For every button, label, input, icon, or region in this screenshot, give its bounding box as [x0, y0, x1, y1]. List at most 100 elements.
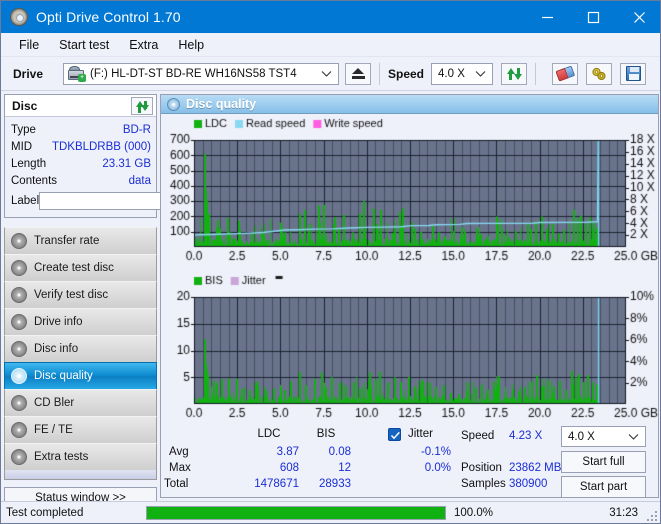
- refresh-icon: [506, 67, 522, 81]
- save-button[interactable]: [620, 62, 647, 85]
- eject-icon: [351, 68, 365, 79]
- sidebar-item-fe-te[interactable]: FE / TE: [4, 416, 157, 444]
- sidebar-item-label: Transfer rate: [34, 235, 100, 247]
- disc-refresh-button[interactable]: [131, 96, 153, 115]
- minimize-button[interactable]: [524, 1, 570, 33]
- sidebar-item-disc-quality[interactable]: Disc quality: [4, 362, 157, 390]
- speed-select-value: 4.0 X: [438, 67, 465, 80]
- panel-title: Disc quality: [186, 97, 257, 111]
- toolbar-separator-1: [379, 62, 380, 85]
- window-title: Opti Drive Control 1.70: [36, 9, 181, 25]
- toolbar-separator-2: [535, 62, 537, 85]
- disc-mid-label: MID: [11, 140, 33, 153]
- sidebar-item-verify-test-disc[interactable]: Verify test disc: [4, 281, 157, 309]
- sidebar-item-label: Disc info: [34, 343, 79, 355]
- disc-icon: [11, 449, 27, 465]
- disc-panel-body: Type BD-R MID TDKBLDRBB (000) Length 23.…: [5, 117, 243, 217]
- sidebar-item-transfer-rate[interactable]: Transfer rate: [4, 227, 157, 255]
- close-button[interactable]: [616, 1, 660, 33]
- disc-label-label: Label: [11, 195, 40, 207]
- optical-drive-icon: +: [68, 66, 86, 82]
- disc-quality-panel: Disc quality LDC BIS Jitter Avg 3.87 0.0…: [160, 94, 659, 498]
- progress-bar-fill: [147, 506, 445, 519]
- max-jitter-value: 0.0%: [424, 462, 451, 474]
- panel-header: Disc quality: [161, 95, 658, 114]
- ldc-chart-canvas[interactable]: [161, 114, 658, 269]
- disc-row-contents: Contents data: [11, 172, 151, 189]
- speed-label: Speed: [388, 66, 425, 81]
- ldc-chart: [161, 114, 658, 269]
- resize-grip[interactable]: [645, 509, 657, 521]
- progress-percent: 100.0%: [454, 506, 494, 519]
- elapsed-time: 31:23: [609, 506, 638, 519]
- avg-bis-value: 0.08: [328, 446, 351, 458]
- sidebar-item-label: CD Bler: [34, 397, 75, 409]
- disc-panel-header: Disc: [5, 95, 156, 117]
- sidebar-item-label: Extra tests: [34, 451, 89, 463]
- statistics-panel: LDC BIS Jitter Avg 3.87 0.08 -0.1% Max 6…: [161, 425, 658, 498]
- tools-button[interactable]: [586, 62, 613, 85]
- status-message: Test completed: [6, 506, 84, 519]
- menu-extra[interactable]: Extra: [119, 36, 168, 54]
- disc-length-label: Length: [11, 157, 47, 170]
- test-speed-select[interactable]: 4.0 X: [561, 426, 646, 447]
- disc-row-label: Label: [11, 190, 243, 212]
- total-bis-value: 28933: [319, 478, 351, 490]
- refresh-icon: [135, 100, 149, 113]
- start-full-button[interactable]: Start full: [561, 451, 646, 473]
- sidebar-item-extra-tests[interactable]: Extra tests: [4, 443, 157, 471]
- disc-icon: [11, 233, 27, 249]
- disc-icon: [11, 314, 27, 330]
- speed-select[interactable]: 4.0 X: [431, 62, 494, 85]
- sidebar-item-drive-info[interactable]: Drive info: [4, 308, 157, 336]
- maximize-button[interactable]: [570, 1, 616, 33]
- chevron-down-icon: [321, 70, 332, 77]
- sidebar-item-label: FE / TE: [34, 424, 73, 436]
- speed-result-value: 4.23 X: [509, 430, 543, 442]
- disc-row-mid: MID TDKBLDRBB (000): [11, 138, 151, 155]
- sidebar-item-label: Verify test disc: [34, 289, 109, 301]
- col-header-bis: BIS: [316, 428, 336, 440]
- disc-row-length: Length 23.31 GB: [11, 155, 151, 172]
- disc-contents-value: data: [128, 174, 151, 187]
- col-header-ldc: LDC: [257, 428, 281, 440]
- disc-contents-label: Contents: [11, 174, 58, 187]
- avg-ldc-value: 3.87: [276, 446, 299, 458]
- jitter-label: Jitter: [408, 428, 433, 440]
- drive-label: Drive: [13, 66, 44, 81]
- disc-icon: [11, 260, 27, 276]
- sidebar-item-label: Disc quality: [34, 370, 93, 382]
- refresh-button[interactable]: [501, 62, 528, 85]
- eraser-icon: [554, 64, 575, 82]
- chevron-down-icon: [628, 433, 639, 440]
- save-icon: [625, 66, 641, 81]
- sidebar-item-disc-info[interactable]: Disc info: [4, 335, 157, 363]
- row-label-avg: Avg: [169, 446, 189, 458]
- menu-file[interactable]: File: [9, 36, 49, 54]
- gear-icon: [592, 67, 606, 80]
- disc-quality-icon: [167, 97, 180, 111]
- eject-button[interactable]: [345, 62, 371, 85]
- start-part-button[interactable]: Start part: [561, 476, 646, 498]
- row-label-total: Total: [164, 478, 189, 490]
- menu-help[interactable]: Help: [168, 36, 214, 54]
- test-nav-list: Transfer rate Create test disc Verify te…: [4, 227, 157, 480]
- menu-start-test[interactable]: Start test: [49, 36, 119, 54]
- speed-result-label: Speed: [461, 430, 495, 442]
- sidebar-item-create-test-disc[interactable]: Create test disc: [4, 254, 157, 282]
- disc-length-value: 23.31 GB: [102, 157, 151, 170]
- drive-toolbar: Drive + (F:) HL-DT-ST BD-RE WH16NS58 TST…: [1, 57, 660, 91]
- disc-icon: [11, 341, 27, 357]
- disc-panel-title: Disc: [12, 98, 38, 113]
- sidebar-item-label: Create test disc: [34, 262, 114, 274]
- bis-chart-canvas[interactable]: [161, 269, 658, 426]
- max-bis-value: 12: [338, 462, 351, 474]
- samples-label: Samples: [461, 478, 506, 490]
- erase-button[interactable]: [552, 62, 579, 85]
- jitter-checkbox[interactable]: [388, 428, 401, 441]
- sidebar-item-cd-bler[interactable]: CD Bler: [4, 389, 157, 417]
- drive-select[interactable]: + (F:) HL-DT-ST BD-RE WH16NS58 TST4: [63, 62, 339, 85]
- chevron-down-icon: [475, 70, 486, 77]
- position-label: Position: [461, 462, 502, 474]
- nav-spacer: [4, 470, 157, 480]
